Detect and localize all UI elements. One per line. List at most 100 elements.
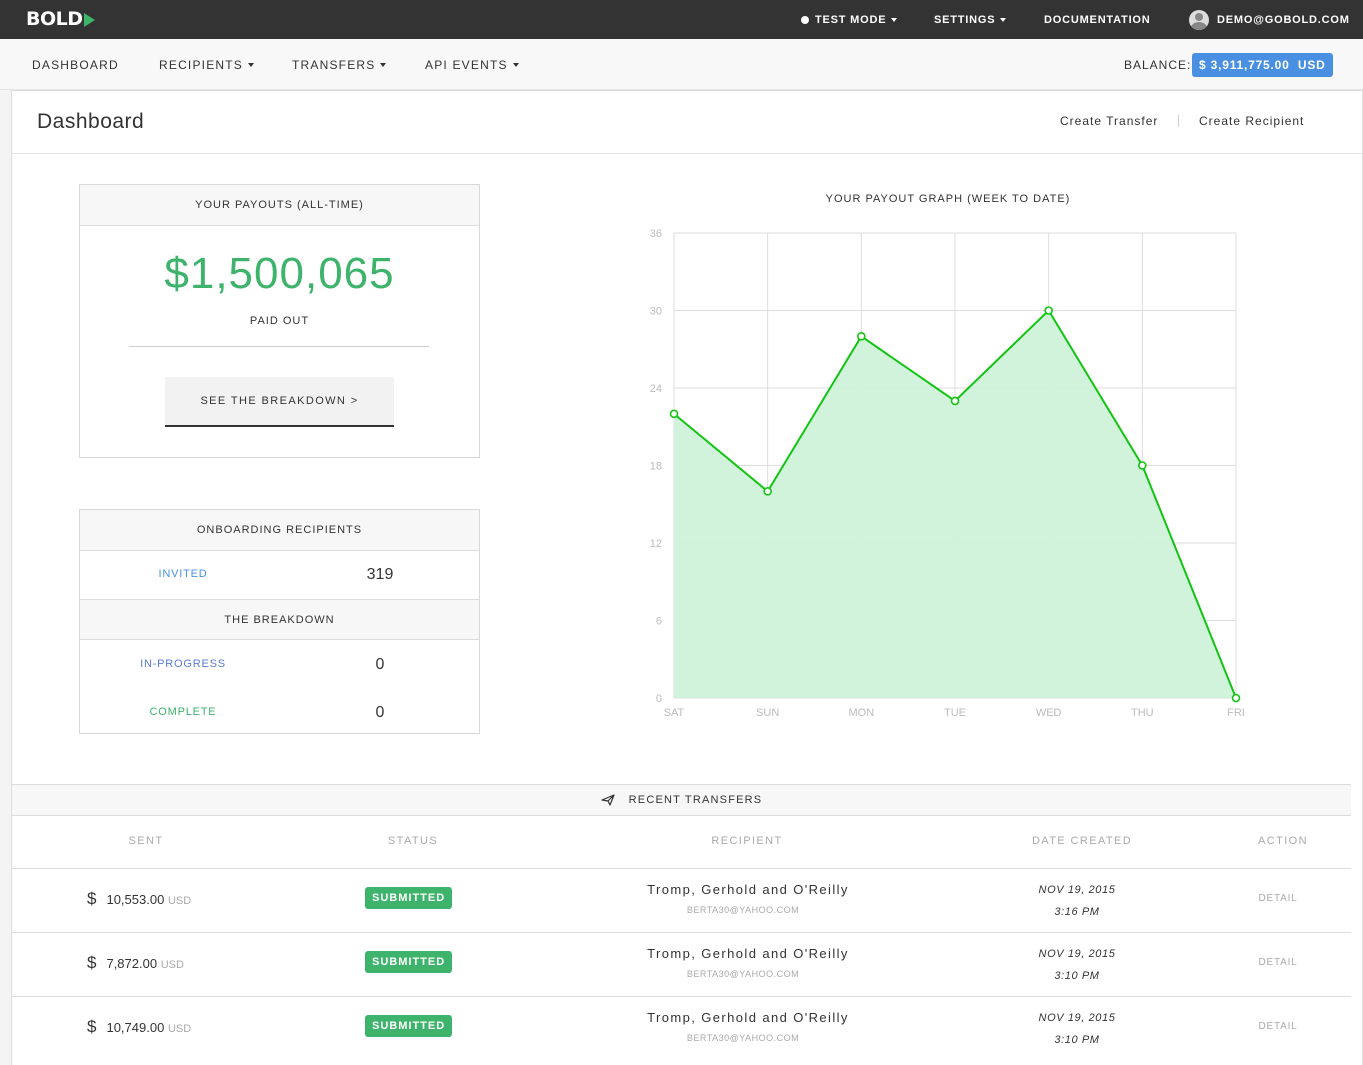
chevron-down-icon (380, 62, 387, 67)
nav-transfers-label: TRANSFERS (292, 57, 376, 72)
invited-label[interactable]: INVITED (80, 568, 286, 580)
status-badge: SUBMITTED (365, 887, 453, 909)
column-header-recipient: RECIPIENT (711, 835, 783, 847)
dollar-icon: $ (87, 953, 97, 972)
data-point (1044, 306, 1053, 315)
paper-plane-icon (601, 794, 615, 806)
documentation-link[interactable]: DOCUMENTATION (1044, 0, 1151, 39)
user-email: DEMO@GOBOLD.COM (1217, 13, 1350, 26)
in-progress-value: 0 (375, 656, 385, 673)
nav-transfers[interactable]: TRANSFERS (292, 39, 387, 90)
data-point (669, 409, 679, 419)
settings-label: SETTINGS (934, 13, 996, 26)
payouts-card: YOUR PAYOUTS (ALL-TIME) $1,500,065 PAID … (79, 184, 480, 458)
chevron-down-icon (248, 62, 255, 67)
data-point (1138, 461, 1147, 470)
invited-value: 319 (366, 566, 394, 583)
time-created: 3:16 PM (1054, 906, 1100, 918)
create-transfer-link[interactable]: Create Transfer (1060, 114, 1158, 128)
dollar-icon: $ (87, 889, 97, 908)
y-tick-label: 12 (650, 538, 662, 550)
nav-api-events[interactable]: API EVENTS (425, 39, 519, 90)
in-progress-row: IN-PROGRESS 0 (80, 641, 479, 689)
currency-code: USD (167, 895, 192, 907)
x-tick-label: SAT (664, 707, 685, 719)
see-breakdown-button[interactable]: SEE THE BREAKDOWN > (165, 377, 394, 427)
complete-row: COMPLETE 0 (80, 689, 479, 737)
table-row[interactable]: $10,749.00 USD SUBMITTED Tromp, Gerhold … (12, 996, 1351, 1060)
column-header-sent: SENT (128, 835, 164, 847)
bold-logo[interactable]: BOLD (26, 8, 95, 30)
onboarding-card-heading: ONBOARDING RECIPIENTS (80, 510, 479, 551)
y-tick-label: 36 (650, 228, 662, 240)
y-tick-label: 6 (656, 616, 662, 628)
x-tick-label: FRI (1227, 707, 1245, 719)
data-point (763, 487, 772, 496)
amount-value: 10,553.00 (106, 892, 165, 907)
detail-link[interactable]: DETAIL (1248, 1021, 1308, 1032)
panel-header: Dashboard Create Transfer Create Recipie… (12, 91, 1362, 154)
breakdown-subheading: THE BREAKDOWN (80, 599, 479, 640)
payouts-amount: $1,500,065 (164, 249, 395, 298)
recent-transfers-heading: RECENT TRANSFERS (12, 784, 1351, 816)
status-dot-icon (801, 15, 809, 24)
recipient-email: BERTA30@YAHOO.COM (686, 969, 800, 979)
top-bar: BOLD TEST MODE SETTINGS DOCUMENTATION DE… (0, 0, 1363, 39)
currency-code: USD (160, 959, 184, 971)
chevron-down-icon (1000, 17, 1007, 22)
status-badge: SUBMITTED (365, 951, 453, 973)
nav-dashboard[interactable]: DASHBOARD (32, 39, 119, 90)
data-point (950, 396, 960, 406)
page-title: Dashboard (37, 110, 145, 133)
x-tick-label: TUE (944, 707, 966, 719)
date-created: NOV 19, 2015 (1038, 948, 1116, 960)
test-mode-label: TEST MODE (815, 13, 887, 26)
status-badge: SUBMITTED (365, 1015, 453, 1037)
recipient-name: Tromp, Gerhold and O'Reilly (647, 1010, 849, 1025)
chevron-down-icon (512, 62, 519, 67)
x-tick-label: THU (1131, 707, 1154, 719)
column-header-action: ACTION (1258, 835, 1308, 847)
chevron-down-icon (891, 17, 898, 22)
payouts-card-heading: YOUR PAYOUTS (ALL-TIME) (80, 185, 479, 226)
nav-dashboard-label: DASHBOARD (32, 57, 119, 72)
x-tick-label: SUN (756, 707, 779, 719)
paid-out-caption: PAID OUT (249, 315, 310, 327)
y-tick-label: 24 (650, 383, 662, 395)
detail-link[interactable]: DETAIL (1248, 893, 1308, 904)
invited-row: INVITED 319 (80, 551, 479, 599)
x-tick-label: WED (1036, 707, 1062, 719)
nav-recipients-label: RECIPIENTS (159, 57, 244, 72)
nav-api-events-label: API EVENTS (425, 57, 508, 72)
currency-code: USD (167, 1023, 192, 1035)
recipient-name: Tromp, Gerhold and O'Reilly (647, 946, 849, 961)
user-menu[interactable]: DEMO@GOBOLD.COM (1189, 0, 1350, 39)
column-header-date-created: DATE CREATED (1031, 835, 1133, 847)
amount-value: 10,749.00 (106, 1020, 165, 1035)
table-row[interactable]: $7,872.00 USD SUBMITTED Tromp, Gerhold a… (12, 932, 1351, 996)
dollar-icon: $ (87, 1017, 97, 1036)
table-row[interactable]: $10,553.00 USD SUBMITTED Tromp, Gerhold … (12, 868, 1351, 932)
time-created: 3:10 PM (1054, 1034, 1100, 1046)
in-progress-label[interactable]: IN-PROGRESS (80, 658, 286, 670)
detail-link[interactable]: DETAIL (1248, 957, 1308, 968)
recipient-email: BERTA30@YAHOO.COM (686, 1033, 800, 1043)
main-nav: DASHBOARD RECIPIENTS TRANSFERS API EVENT… (0, 39, 1363, 90)
test-mode-menu[interactable]: TEST MODE (801, 0, 898, 39)
data-point (1231, 693, 1241, 703)
time-created: 3:10 PM (1054, 970, 1100, 982)
column-header-status: STATUS (387, 835, 439, 847)
create-recipient-link[interactable]: Create Recipient (1199, 114, 1304, 128)
avatar (1189, 9, 1209, 30)
payout-graph-title: YOUR PAYOUT GRAPH (WEEK TO DATE) (825, 193, 1071, 205)
divider (129, 346, 429, 347)
nav-recipients[interactable]: RECIPIENTS (159, 39, 255, 90)
documentation-label: DOCUMENTATION (1044, 13, 1151, 26)
logo-text: BOLD (26, 8, 83, 30)
x-tick-label: MON (848, 707, 874, 719)
y-tick-label: 18 (650, 461, 662, 473)
complete-label[interactable]: COMPLETE (80, 706, 286, 718)
settings-menu[interactable]: SETTINGS (934, 0, 1007, 39)
complete-value: 0 (375, 704, 385, 721)
sent-amount: $10,553.00 USD (87, 889, 191, 909)
